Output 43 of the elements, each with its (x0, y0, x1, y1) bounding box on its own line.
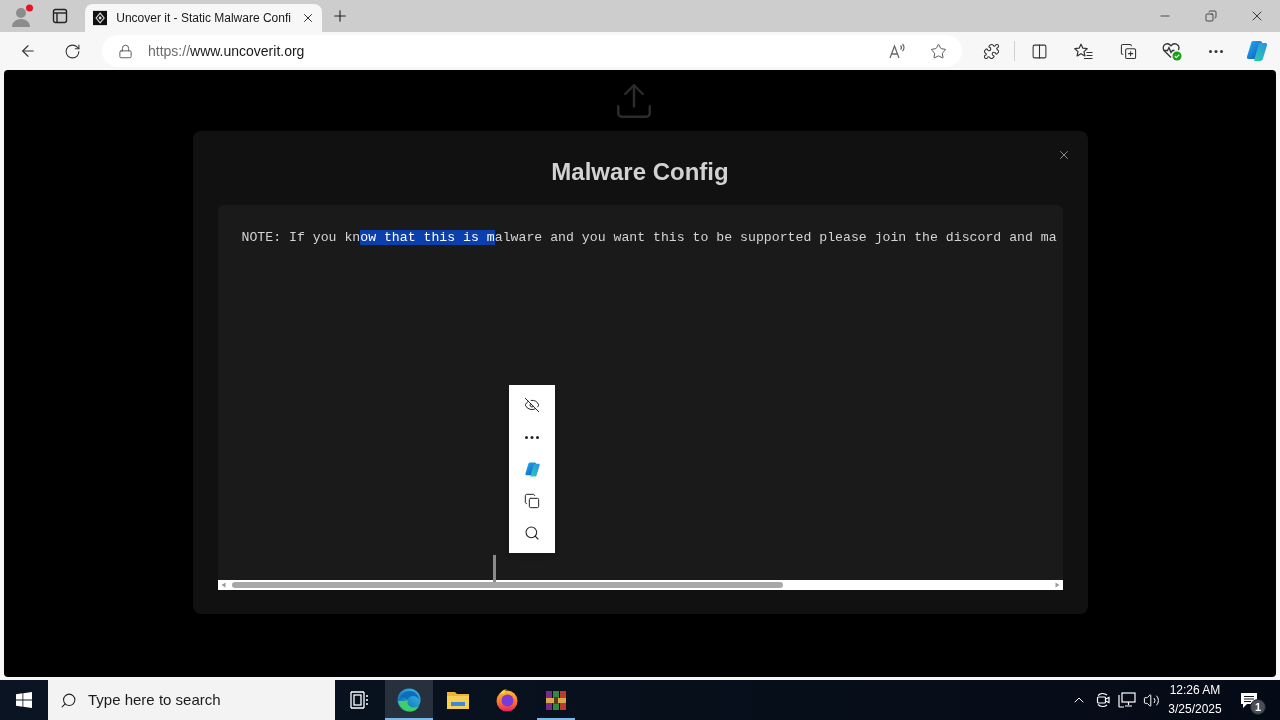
horizontal-scrollbar[interactable] (217, 580, 1063, 590)
notifications-button[interactable]: 1 (1227, 680, 1271, 720)
firefox-icon (495, 688, 519, 712)
camera-icon (1095, 692, 1111, 708)
copilot-icon (1245, 39, 1269, 63)
read-aloud-icon (889, 43, 907, 59)
reload-icon (63, 42, 81, 60)
copilot-small-icon (523, 460, 541, 478)
more-icon (1209, 49, 1223, 53)
star-icon (929, 42, 947, 60)
site-favicon (93, 10, 108, 26)
lock-icon (118, 43, 133, 59)
task-view-icon (350, 691, 370, 709)
text-cursor-icon (493, 555, 496, 582)
speaker-icon (1142, 691, 1160, 709)
split-screen-icon (1030, 42, 1048, 60)
edge-browser-icon (397, 688, 421, 712)
heart-pulse-check-icon (1162, 41, 1182, 61)
windows-logo-icon (16, 692, 32, 708)
collections-icon (1119, 42, 1137, 60)
eye-off-icon (524, 397, 540, 413)
notification-count-badge: 1 (1250, 699, 1266, 715)
clock-button[interactable]: 12:26 AM 3/25/2025 (1163, 680, 1227, 720)
address-field[interactable]: https://www.uncoverit.org (102, 35, 962, 67)
more-icon (525, 435, 539, 439)
note-text: NOTE: If you know that this is malware and you want this to be supported please join the discord and ma (241, 230, 1058, 246)
folder-icon (446, 691, 470, 709)
close-icon (301, 11, 315, 25)
search-icon (60, 691, 77, 709)
archive-books-icon (546, 690, 566, 710)
browser-tab[interactable]: Uncover it - Static Malware Confi (85, 4, 322, 32)
taskbar-app-button[interactable] (385, 680, 433, 720)
restore-icon (1205, 10, 1217, 22)
copy-icon (524, 493, 540, 509)
tab-actions-icon (52, 8, 68, 24)
plus-icon (331, 7, 349, 25)
puzzle-icon (982, 42, 1000, 60)
search-icon (524, 525, 540, 541)
profile-avatar-icon (10, 4, 34, 28)
star-list-icon (1073, 42, 1093, 60)
network-monitor-icon (1118, 692, 1136, 708)
modal-title: Malware Config (551, 157, 729, 187)
taskbar-search-field[interactable]: Type here to search (48, 680, 335, 720)
